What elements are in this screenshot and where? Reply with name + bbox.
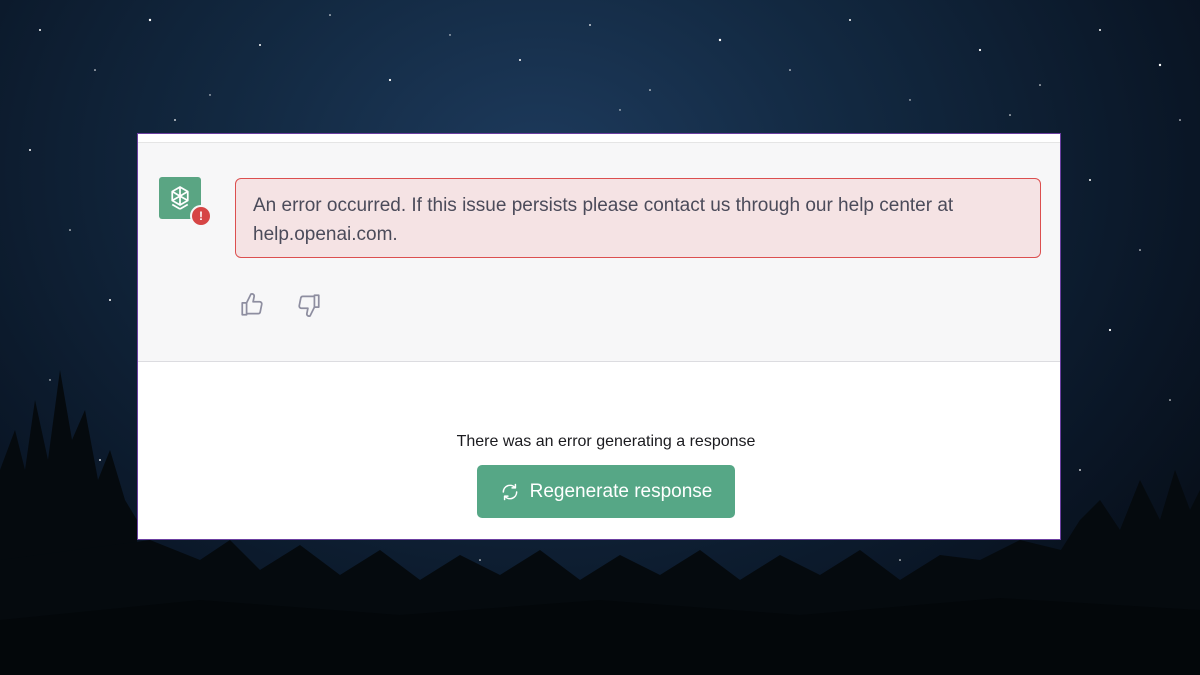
- thumbs-down-icon: [298, 294, 320, 317]
- thumbs-up-icon: [241, 293, 263, 316]
- thumbs-up-button[interactable]: [239, 292, 265, 318]
- chat-window: ! An error occurred. If this issue persi…: [137, 133, 1061, 540]
- regenerate-label: Regenerate response: [529, 480, 713, 502]
- thumbs-down-button[interactable]: [296, 292, 322, 318]
- warning-badge-icon: !: [190, 205, 212, 227]
- error-message-text: An error occurred. If this issue persist…: [253, 195, 954, 245]
- refresh-icon: [502, 483, 518, 500]
- regenerate-response-button[interactable]: Regenerate response: [477, 465, 735, 518]
- assistant-message: ! An error occurred. If this issue persi…: [138, 142, 1060, 362]
- error-status-text: There was an error generating a response: [456, 433, 756, 450]
- error-message-box: An error occurred. If this issue persist…: [235, 178, 1041, 258]
- openai-logo-icon: [171, 186, 189, 210]
